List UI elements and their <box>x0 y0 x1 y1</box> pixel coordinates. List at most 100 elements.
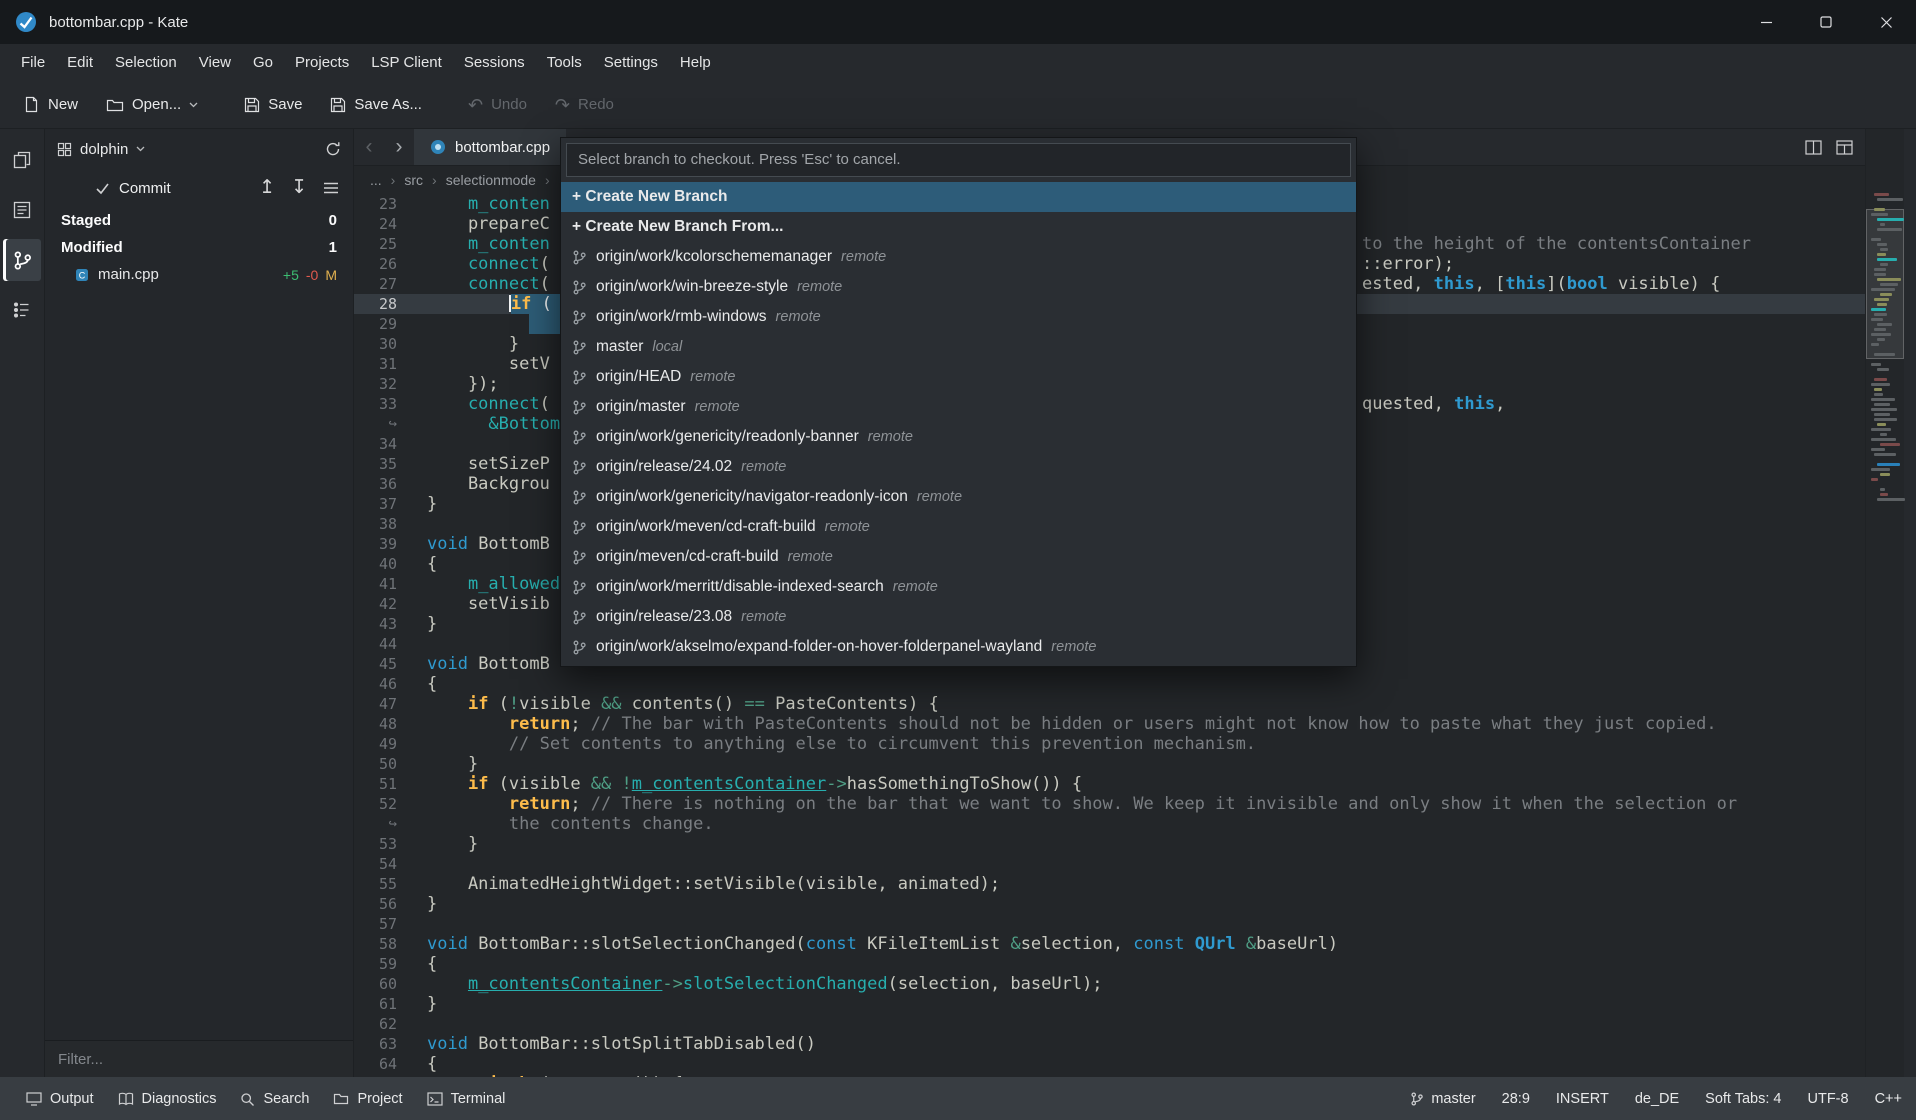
tab-forward-button[interactable] <box>384 129 414 165</box>
branch-item[interactable]: origin/work/genericity/navigator-readonl… <box>561 482 1356 512</box>
menu-item-go[interactable]: Go <box>242 44 284 81</box>
menu-item-selection[interactable]: Selection <box>104 44 188 81</box>
open-button[interactable]: Open... <box>95 89 209 120</box>
encoding[interactable]: UTF-8 <box>1807 1091 1848 1107</box>
branch-item[interactable]: origin/work/win-breeze-styleremote <box>561 272 1356 302</box>
code-line[interactable]: 56} <box>354 894 1865 914</box>
code-line[interactable]: 58void BottomBar::slotSelectionChanged(c… <box>354 934 1865 954</box>
branch-item[interactable]: origin/work/meven/cd-craft-buildremote <box>561 512 1356 542</box>
menu-item-sessions[interactable]: Sessions <box>453 44 536 81</box>
code-line[interactable]: 63void BottomBar::slotSplitTabDisabled() <box>354 1034 1865 1054</box>
minimap-scrollbar[interactable] <box>1865 129 1904 1077</box>
code-line[interactable]: 49 // Set contents to anything else to c… <box>354 734 1865 754</box>
new-file-icon <box>23 96 40 113</box>
code-line[interactable]: 65 switch (contents()) { <box>354 1074 1865 1077</box>
split-view-icon[interactable] <box>1805 140 1822 155</box>
breadcrumb-src[interactable]: src <box>404 172 423 188</box>
menu-item-view[interactable]: View <box>188 44 242 81</box>
branch-item[interactable]: origin/work/rmb-windowsremote <box>561 302 1356 332</box>
commit-button[interactable]: Commit <box>95 180 171 197</box>
modified-label: Modified <box>61 239 123 256</box>
view-layout-icon[interactable] <box>1836 140 1853 155</box>
refresh-button[interactable] <box>325 141 341 157</box>
branch-item[interactable]: origin/release/24.02remote <box>561 452 1356 482</box>
breadcrumb-selectionmode[interactable]: selectionmode <box>446 172 536 188</box>
branch-scope: remote <box>797 279 842 295</box>
status-branch[interactable]: master <box>1410 1091 1475 1107</box>
menu-item-file[interactable]: File <box>10 44 56 81</box>
line-number: 23 <box>354 194 427 214</box>
tab-mode[interactable]: Soft Tabs: 4 <box>1705 1091 1781 1107</box>
undo-button[interactable]: ↶ Undo <box>457 89 538 120</box>
menu-item-help[interactable]: Help <box>669 44 722 81</box>
tool-diagnostics[interactable]: Diagnostics <box>106 1077 229 1120</box>
sidebar-item-documents[interactable] <box>3 139 41 181</box>
code-line[interactable]: 52 return; // There is nothing on the ba… <box>354 794 1865 814</box>
minimize-button[interactable] <box>1736 0 1796 44</box>
branch-prompt-input[interactable]: Select branch to checkout. Press 'Esc' t… <box>566 143 1351 177</box>
code-line[interactable]: 62 <box>354 1014 1865 1034</box>
branch-action-item[interactable]: + Create New Branch <box>561 182 1356 212</box>
new-button[interactable]: New <box>12 89 89 120</box>
branch-item[interactable]: origin/work/kcolorschememanagerremote <box>561 242 1356 272</box>
code-line[interactable]: 53 } <box>354 834 1865 854</box>
code-line[interactable]: 59{ <box>354 954 1865 974</box>
input-mode[interactable]: INSERT <box>1556 1091 1609 1107</box>
push-icon[interactable]: ↥ <box>259 180 275 196</box>
tool-terminal[interactable]: Terminal <box>415 1077 518 1120</box>
branch-item[interactable]: masterlocal <box>561 332 1356 362</box>
menu-item-settings[interactable]: Settings <box>593 44 669 81</box>
tool-project[interactable]: Project <box>321 1077 414 1120</box>
menu-item-projects[interactable]: Projects <box>284 44 360 81</box>
modified-file-row[interactable]: C main.cpp +5 -0 M <box>45 261 353 288</box>
code-line[interactable]: ↪ the contents change. <box>354 814 1865 834</box>
menu-item-tools[interactable]: Tools <box>536 44 593 81</box>
branch-item[interactable]: origin/work/merritt/disable-indexed-sear… <box>561 572 1356 602</box>
save-as-button[interactable]: Save As... <box>319 89 433 120</box>
code-line[interactable]: 48 return; // The bar with PasteContents… <box>354 714 1865 734</box>
branch-item[interactable]: origin/HEADremote <box>561 362 1356 392</box>
pull-icon[interactable]: ↧ <box>291 180 307 196</box>
code-line[interactable]: 47 if (!visible && contents() == PasteCo… <box>354 694 1865 714</box>
code-line[interactable]: 46{ <box>354 674 1865 694</box>
filter-input[interactable]: Filter... <box>45 1040 353 1077</box>
code-line[interactable]: 61} <box>354 994 1865 1014</box>
branch-scope: remote <box>917 489 962 505</box>
menu-item-lsp-client[interactable]: LSP Client <box>360 44 453 81</box>
project-selector[interactable]: dolphin <box>57 141 145 158</box>
minimap-line <box>1871 428 1891 431</box>
code-line[interactable]: 64{ <box>354 1054 1865 1074</box>
save-button[interactable]: Save <box>233 89 313 120</box>
syntax-mode[interactable]: C++ <box>1875 1091 1902 1107</box>
branch-item[interactable]: origin/work/genericity/readonly-bannerre… <box>561 422 1356 452</box>
branch-action-item[interactable]: + Create New Branch From... <box>561 212 1356 242</box>
branch-item[interactable]: origin/meven/cd-craft-buildremote <box>561 542 1356 572</box>
tool-output[interactable]: Output <box>14 1077 106 1120</box>
code-line[interactable]: 54 <box>354 854 1865 874</box>
dictionary[interactable]: de_DE <box>1635 1091 1679 1107</box>
cursor-position[interactable]: 28:9 <box>1502 1091 1530 1107</box>
code-line[interactable]: 51 if (visible && !m_contentsContainer->… <box>354 774 1865 794</box>
branch-item[interactable]: origin/release/23.08remote <box>561 602 1356 632</box>
code-line[interactable]: 60 m_contentsContainer->slotSelectionCha… <box>354 974 1865 994</box>
sidebar-item-git[interactable] <box>3 239 41 281</box>
code-line[interactable]: 57 <box>354 914 1865 934</box>
menu-hamburger-icon[interactable] <box>323 182 339 194</box>
branch-item[interactable]: origin/masterremote <box>561 392 1356 422</box>
save-as-icon <box>330 97 346 113</box>
sidebar-item-projects[interactable] <box>3 189 41 231</box>
tab-back-button[interactable] <box>354 129 384 165</box>
breadcrumb-ellipsis[interactable]: ... <box>370 172 382 188</box>
redo-button[interactable]: ↷ Redo <box>544 89 625 120</box>
code-line[interactable]: 55 AnimatedHeightWidget::setVisible(visi… <box>354 874 1865 894</box>
menu-item-edit[interactable]: Edit <box>56 44 104 81</box>
modified-section[interactable]: Modified 1 <box>45 234 353 261</box>
tool-search[interactable]: Search <box>228 1077 321 1120</box>
sidebar-item-symbols[interactable] <box>3 289 41 331</box>
code-line[interactable]: 50 } <box>354 754 1865 774</box>
tab-bottombar-cpp[interactable]: bottombar.cpp <box>414 129 566 165</box>
maximize-button[interactable] <box>1796 0 1856 44</box>
staged-section[interactable]: Staged 0 <box>45 207 353 234</box>
close-button[interactable] <box>1856 0 1916 44</box>
branch-item[interactable]: origin/work/akselmo/expand-folder-on-hov… <box>561 632 1356 662</box>
